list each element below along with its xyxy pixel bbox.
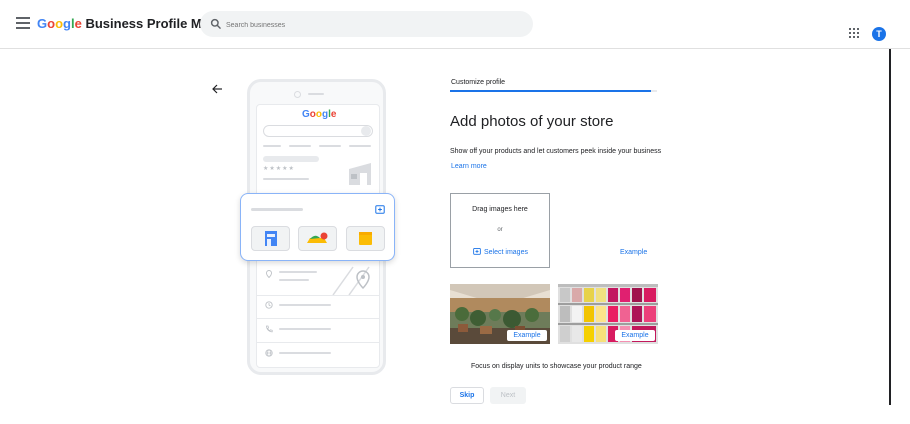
photo-tile-goods: [346, 226, 385, 251]
placeholder-line: [319, 145, 341, 147]
placeholder-line: [251, 208, 303, 211]
photo-tile-store: [251, 226, 290, 251]
photos-card-illustration: [240, 193, 395, 261]
phone-google-logo: Google: [302, 109, 337, 120]
top-app-bar: Google Business Profile Manager T: [0, 0, 910, 49]
map-pin-icon: [332, 266, 370, 295]
clock-icon: [265, 301, 273, 309]
location-icon: [266, 270, 272, 278]
dropzone-title: Drag images here: [472, 206, 528, 213]
example-photo-shelves: Example: [558, 284, 658, 344]
panel-edge-divider: [889, 49, 891, 405]
produce-icon: [307, 232, 328, 243]
add-photo-icon: [375, 205, 385, 214]
phone-icon: [266, 325, 273, 333]
apps-grid-icon[interactable]: [849, 28, 859, 38]
placeholder-line: [279, 279, 309, 281]
placeholder-line: [279, 328, 331, 330]
learn-more-link[interactable]: Learn more: [451, 163, 487, 170]
next-button[interactable]: Next: [490, 387, 526, 404]
placeholder-title: [263, 156, 319, 162]
row-divider: [257, 318, 379, 319]
phone-speaker: [308, 93, 324, 95]
example-photo-store: Example: [450, 284, 550, 344]
globe-icon: [265, 349, 273, 357]
search-bar[interactable]: [200, 11, 533, 37]
add-photo-icon: [473, 247, 481, 255]
placeholder-line: [289, 145, 311, 147]
example-chip[interactable]: Example: [507, 330, 547, 341]
back-arrow-icon[interactable]: [211, 83, 223, 95]
menu-icon[interactable]: [16, 17, 30, 29]
placeholder-line: [263, 178, 309, 180]
placeholder-line: [279, 304, 331, 306]
select-images-label: Select images: [484, 249, 528, 256]
placeholder-line: [279, 352, 331, 354]
example-link[interactable]: Example: [620, 249, 647, 256]
page-description: Show off your products and let customers…: [450, 148, 662, 155]
search-icon: [210, 18, 221, 29]
row-divider: [257, 342, 379, 343]
photo-tile-produce: [298, 226, 337, 251]
skip-button[interactable]: Skip: [450, 387, 484, 404]
store-shelf-icon: [265, 231, 277, 246]
placeholder-line: [349, 145, 371, 147]
rating-stars: ★★★★★: [263, 166, 295, 172]
row-divider: [257, 295, 379, 296]
progress-bar: [450, 90, 651, 92]
placeholder-line: [263, 145, 281, 147]
select-images-button[interactable]: Select images: [473, 247, 528, 256]
search-input[interactable]: [224, 15, 518, 35]
phone-search-bar: [263, 125, 373, 137]
account-avatar[interactable]: T: [872, 27, 886, 41]
example-chip[interactable]: Example: [615, 330, 655, 341]
package-icon: [359, 232, 372, 245]
phone-camera: [294, 91, 301, 98]
image-dropzone[interactable]: Drag images here or Select images: [450, 193, 550, 268]
storefront-icon: [349, 163, 371, 185]
photo-caption: Focus on display units to showcase your …: [471, 363, 642, 370]
phone-search-button: [361, 126, 371, 136]
dropzone-or: or: [497, 227, 503, 233]
step-label: Customize profile: [451, 79, 506, 86]
page-title: Add photos of your store: [450, 113, 614, 130]
placeholder-line: [279, 271, 317, 273]
